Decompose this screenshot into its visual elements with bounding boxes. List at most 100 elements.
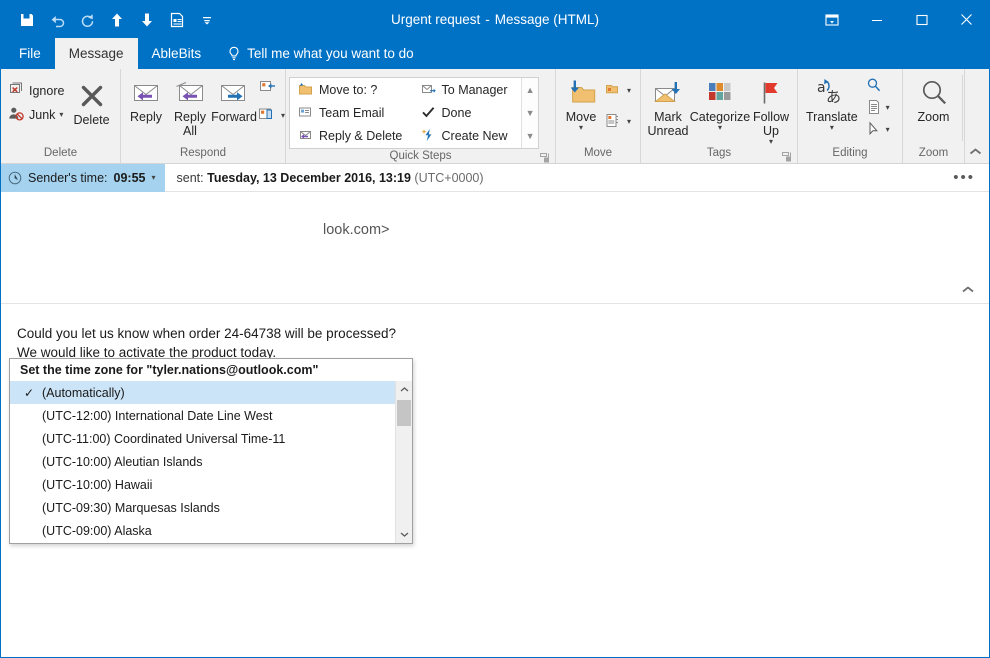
scroll-down-icon[interactable] [396, 526, 412, 543]
check-icon: ✓ [23, 385, 35, 400]
more-respond-actions-icon [258, 106, 277, 126]
quick-steps-dialog-launcher[interactable] [539, 152, 550, 163]
junk-button[interactable]: Junk ▾ [4, 103, 68, 127]
maximize-button[interactable] [899, 1, 944, 38]
timezone-scrollbar[interactable] [395, 381, 412, 543]
find-button[interactable] [863, 76, 893, 96]
delete-button[interactable]: Delete [68, 73, 114, 127]
save-icon[interactable] [13, 6, 41, 34]
close-button[interactable] [944, 1, 989, 38]
timezone-option-automatically[interactable]: ✓ (Automatically) [10, 381, 395, 404]
reply-all-label: Reply All [174, 110, 206, 138]
redo-icon[interactable] [73, 6, 101, 34]
chevron-down-icon[interactable]: ▾ [152, 173, 156, 182]
quick-step-team-email-label: Team Email [319, 106, 385, 120]
tags-dialog-launcher[interactable] [781, 151, 792, 162]
outlook-message-window: Urgent request - Message (HTML) File Mes… [0, 0, 990, 658]
timezone-list: ✓ (Automatically) (UTC-12:00) Internatio… [10, 381, 395, 543]
timezone-dropdown: Set the time zone for "tyler.nations@out… [9, 358, 413, 544]
minimize-button[interactable] [854, 1, 899, 38]
tell-me-label: Tell me what you want to do [247, 46, 414, 61]
timezone-list-wrapper: ✓ (Automatically) (UTC-12:00) Internatio… [10, 381, 412, 543]
customize-quick-access-toolbar-icon[interactable] [193, 6, 221, 34]
quick-steps-scroll-down-icon[interactable]: ▼ [522, 101, 538, 124]
rules-icon [605, 82, 623, 100]
more-actions-button[interactable]: ••• [953, 170, 975, 185]
translate-icon: aあ [815, 76, 849, 110]
expand-header-chevron-icon[interactable] [961, 283, 975, 297]
sent-utc-offset: (UTC+0000) [414, 170, 484, 185]
scroll-up-icon[interactable] [396, 381, 412, 398]
sender-time-info-bar: Sender's time: 09:55 ▾ sent: Tuesday, 13… [1, 163, 989, 192]
undo-icon[interactable] [43, 6, 71, 34]
move-label: Move [565, 110, 597, 124]
svg-text:あ: あ [826, 88, 841, 106]
previous-item-icon[interactable] [103, 6, 131, 34]
quick-step-done-label: Done [441, 106, 472, 120]
tab-message[interactable]: Message [54, 38, 138, 69]
meeting-button[interactable] [256, 77, 287, 101]
related-button[interactable]: ▾ [863, 98, 893, 118]
timezone-option-label: (Automatically) [42, 385, 125, 400]
quick-steps-more-icon[interactable]: ▼ [522, 125, 538, 148]
move-button[interactable]: Move ▾ [559, 73, 603, 132]
quick-step-to-manager-label: To Manager [441, 83, 508, 97]
timezone-option-hawaii[interactable]: (UTC-10:00) Hawaii [10, 473, 395, 496]
timezone-option-utc-minus-11[interactable]: (UTC-11:00) Coordinated Universal Time-1… [10, 427, 395, 450]
forward-button[interactable]: Forward [211, 73, 257, 124]
quick-steps-scrollbar[interactable]: ▲ ▼ ▼ [521, 78, 538, 148]
timezone-option-utc-minus-12[interactable]: (UTC-12:00) International Date Line West [10, 404, 395, 427]
window-title-main: Urgent request [390, 12, 481, 27]
clock-icon [8, 171, 22, 185]
rules-button[interactable]: ▾ [603, 79, 633, 103]
ribbon-display-options-icon[interactable] [809, 1, 854, 38]
quick-steps-scroll-up-icon[interactable]: ▲ [522, 78, 538, 101]
collapse-ribbon-button[interactable] [969, 147, 982, 159]
ignore-button[interactable]: Ignore [4, 79, 68, 103]
scrollbar-thumb[interactable] [397, 400, 411, 426]
quick-step-create-new[interactable]: Create New [417, 125, 518, 148]
quick-step-reply-delete[interactable]: Reply & Delete [294, 125, 409, 148]
select-button[interactable]: ▾ [863, 120, 893, 140]
onenote-button[interactable]: ▾ [603, 110, 633, 134]
quick-step-move-to[interactable]: Move to: ? [294, 79, 409, 102]
forward-label: Forward [211, 110, 257, 124]
tab-ablebits[interactable]: AbleBits [138, 38, 216, 69]
categorize-button[interactable]: Categorize ▾ [690, 73, 750, 132]
ribbon-group-zoom-label: Zoom [918, 147, 949, 159]
mark-unread-button[interactable]: Mark Unread [644, 73, 692, 138]
quick-steps-column-2: To Manager Done Create New [413, 78, 522, 148]
reply-all-button[interactable]: Reply All [168, 73, 212, 138]
cursor-select-icon [866, 120, 882, 140]
next-item-icon[interactable] [133, 6, 161, 34]
chevron-down-icon: ▾ [281, 111, 286, 120]
sent-datetime: sent: Tuesday, 13 December 2016, 13:19 (… [165, 171, 484, 185]
onenote-icon [605, 113, 623, 131]
chevron-down-icon: ▾ [627, 117, 632, 126]
ribbon-group-editing-label: Editing [832, 147, 868, 159]
tell-me-search[interactable]: Tell me what you want to do [215, 38, 426, 69]
timezone-option-marquesas-islands[interactable]: (UTC-09:30) Marquesas Islands [10, 496, 395, 519]
follow-up-button[interactable]: Follow Up ▾ [748, 73, 794, 146]
translate-button[interactable]: aあ Translate ▾ [801, 73, 863, 132]
zoom-button[interactable]: Zoom [912, 73, 956, 124]
reply-button[interactable]: Reply [124, 73, 168, 124]
timezone-option-aleutian-islands[interactable]: (UTC-10:00) Aleutian Islands [10, 450, 395, 473]
create-new-lightning-icon [421, 128, 436, 145]
quick-step-done[interactable]: Done [417, 102, 518, 125]
tab-ablebits-label: AbleBits [151, 46, 202, 61]
quick-access-toolbar [1, 6, 221, 34]
body-line-1: Could you let us know when order 24-6473… [17, 326, 396, 341]
more-respond-actions-button[interactable]: ▾ [256, 104, 287, 128]
senders-time-button[interactable]: Sender's time: 09:55 ▾ [1, 163, 165, 192]
print-preview-icon[interactable] [163, 6, 191, 34]
senders-time-value: 09:55 [113, 170, 146, 185]
reply-label: Reply [130, 110, 162, 124]
timezone-option-alaska[interactable]: (UTC-09:00) Alaska [10, 519, 395, 542]
junk-icon [8, 106, 25, 124]
ribbon-group-quick-steps: Move to: ? Team Email Reply & Delete To … [286, 69, 556, 163]
quick-step-to-manager[interactable]: To Manager [417, 79, 518, 102]
lightbulb-icon [227, 46, 241, 61]
quick-step-team-email[interactable]: Team Email [294, 102, 409, 125]
tab-file[interactable]: File [5, 38, 55, 69]
